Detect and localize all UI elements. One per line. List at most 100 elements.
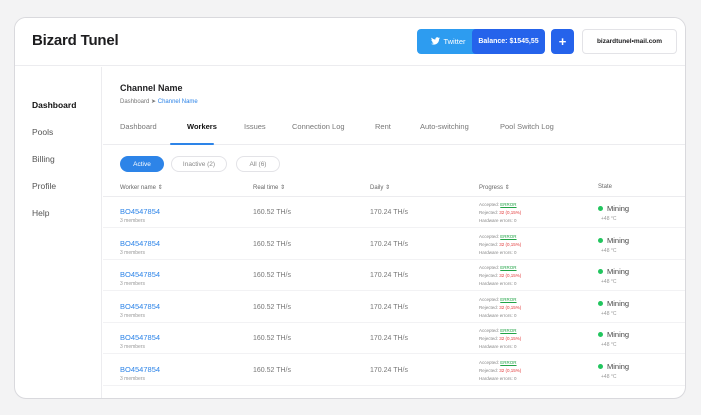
tab-connection-log[interactable]: Connection Log: [292, 122, 345, 131]
twitter-label: Twitter: [443, 37, 466, 46]
table-row[interactable]: BO4547854 3 members 160.52 TH/s 170.24 TH/s…: [103, 355, 685, 386]
hardware-errors: Hardware errors: 0: [479, 281, 517, 286]
worker-name-link[interactable]: BO4547854: [120, 207, 160, 216]
breadcrumb: Dashboard ➤ Channel Name: [120, 98, 198, 105]
worker-state: Mining: [598, 330, 629, 339]
status-dot-icon: [598, 332, 603, 337]
worker-temperature: +48 °C: [601, 247, 617, 254]
brand-logo: Bizard Tunel: [32, 32, 119, 49]
worker-name-link[interactable]: BO4547854: [120, 239, 160, 248]
sidebar: Dashboard Pools Billing Profile Help: [15, 67, 102, 398]
accepted-label: Accepted:: [479, 233, 500, 239]
state-label: Mining: [607, 267, 630, 276]
filter-all[interactable]: All (6): [236, 156, 280, 172]
rejected-value: 32 (0,15%): [499, 241, 522, 247]
daily-hashrate: 170.24 TH/s: [370, 272, 409, 279]
breadcrumb-root[interactable]: Dashboard: [120, 99, 149, 105]
column-header-state: State: [598, 184, 613, 190]
table-row[interactable]: BO4547854 3 members 160.52 TH/s 170.24 TH/s…: [103, 229, 685, 260]
status-dot-icon: [598, 237, 603, 243]
hardware-errors: Hardware errors: 0: [479, 312, 517, 318]
sidebar-item-dashboard[interactable]: Dashboard: [32, 100, 76, 110]
main-content: Channel Name Dashboard ➤ Channel Name Da…: [103, 67, 685, 398]
tab-bar: Dashboard Workers Issues Connection Log …: [120, 122, 685, 144]
tab-auto-switching[interactable]: Auto-switching: [420, 122, 469, 131]
filter-active[interactable]: Active: [120, 156, 164, 172]
realtime-hashrate: 160.52 TH/s: [253, 303, 292, 311]
worker-temperature: +48 °C: [601, 216, 617, 222]
state-label: Mining: [607, 204, 630, 213]
hardware-errors: Hardware errors: 0: [479, 218, 517, 223]
table-row[interactable]: BO4547854 3 members 160.52 TH/s 170.24 TH/s…: [103, 260, 685, 291]
worker-name-link[interactable]: BO4547854: [120, 365, 160, 374]
state-label: Mining: [607, 298, 630, 308]
rejected-label: Rejected:: [479, 336, 499, 341]
status-dot-icon: [598, 300, 603, 306]
worker-members: 3 members: [120, 375, 146, 382]
breadcrumb-current[interactable]: Channel Name: [158, 99, 198, 105]
daily-hashrate: 170.24 TH/s: [370, 335, 409, 342]
worker-state: Mining: [598, 362, 629, 371]
state-label: Mining: [607, 361, 630, 371]
rejected-value: 32 (0,15%): [499, 210, 522, 215]
accepted-value: ERROR: [500, 265, 517, 270]
state-label: Mining: [607, 235, 630, 245]
add-button[interactable]: +: [551, 29, 574, 54]
tab-rent[interactable]: Rent: [375, 122, 391, 131]
tab-pool-switch-log[interactable]: Pool Switch Log: [500, 122, 554, 131]
hardware-errors: Hardware errors: 0: [479, 344, 517, 349]
realtime-hashrate: 160.52 TH/s: [253, 209, 292, 216]
filter-inactive[interactable]: Inactive (2): [171, 156, 227, 172]
rejected-value: 32 (0,15%): [499, 304, 522, 310]
progress-stats: Accepted: ERROR Rejected: 32 (0,15%) Hardw…: [479, 359, 521, 383]
worker-name-link[interactable]: BO4547854: [120, 270, 160, 279]
worker-members: 3 members: [120, 312, 146, 319]
balance-button[interactable]: Balance: $1545,55: [472, 29, 545, 54]
table-row[interactable]: BO4547854 3 members 160.52 TH/s 170.24 TH/s…: [103, 292, 685, 323]
worker-members: 3 members: [120, 281, 146, 287]
worker-name-link[interactable]: BO4547854: [120, 333, 160, 342]
rejected-label: Rejected:: [479, 273, 499, 278]
worker-temperature: +48 °C: [601, 373, 617, 380]
status-dot-icon: [598, 269, 603, 274]
rejected-value: 32 (0,15%): [499, 273, 522, 278]
progress-stats: Accepted: ERROR Rejected: 32 (0,15%) Hardw…: [479, 201, 521, 225]
twitter-button[interactable]: Twitter: [417, 29, 480, 54]
accepted-label: Accepted:: [479, 202, 500, 207]
column-header-realtime[interactable]: Real time ⇕: [253, 184, 285, 191]
worker-name-link[interactable]: BO4547854: [120, 302, 160, 311]
sidebar-item-profile[interactable]: Profile: [32, 181, 56, 191]
account-email[interactable]: bizardtunel•mail.com: [582, 29, 677, 54]
table-row[interactable]: BO4547854 3 members 160.52 TH/s 170.24 TH/s…: [103, 197, 685, 228]
hardware-errors: Hardware errors: 0: [479, 375, 517, 381]
realtime-hashrate: 160.52 TH/s: [253, 272, 292, 279]
daily-hashrate: 170.24 TH/s: [370, 366, 409, 374]
status-dot-icon: [598, 206, 603, 211]
worker-state: Mining: [598, 299, 629, 308]
accepted-value: ERROR: [500, 359, 517, 365]
rejected-label: Rejected:: [479, 367, 499, 373]
tab-dashboard[interactable]: Dashboard: [120, 122, 157, 131]
column-header-worker[interactable]: Worker name ⇕: [120, 184, 163, 191]
column-header-progress[interactable]: Progress ⇕: [479, 184, 510, 191]
worker-members: 3 members: [120, 218, 146, 224]
worker-state: Mining: [598, 267, 629, 276]
accepted-label: Accepted:: [479, 359, 500, 365]
progress-stats: Accepted: ERROR Rejected: 32 (0,15%) Hardw…: [479, 233, 521, 257]
sidebar-item-billing[interactable]: Billing: [32, 154, 55, 164]
accepted-label: Accepted:: [479, 296, 500, 302]
sidebar-item-pools[interactable]: Pools: [32, 127, 53, 137]
tab-workers[interactable]: Workers: [187, 122, 217, 131]
tab-issues[interactable]: Issues: [244, 122, 266, 131]
app-window: Bizard Tunel Twitter Balance: $1545,55 +…: [14, 17, 686, 399]
worker-members: 3 members: [120, 344, 146, 350]
top-header: Bizard Tunel Twitter Balance: $1545,55 +…: [15, 18, 685, 66]
accepted-label: Accepted:: [479, 328, 500, 333]
column-header-daily[interactable]: Daily ⇕: [370, 184, 390, 191]
status-dot-icon: [598, 363, 603, 369]
accepted-label: Accepted:: [479, 265, 500, 270]
table-row[interactable]: BO4547854 3 members 160.52 TH/s 170.24 TH/s…: [103, 323, 685, 354]
sidebar-item-help[interactable]: Help: [32, 208, 49, 218]
daily-hashrate: 170.24 TH/s: [370, 209, 409, 216]
rejected-value: 32 (0,15%): [499, 367, 522, 373]
